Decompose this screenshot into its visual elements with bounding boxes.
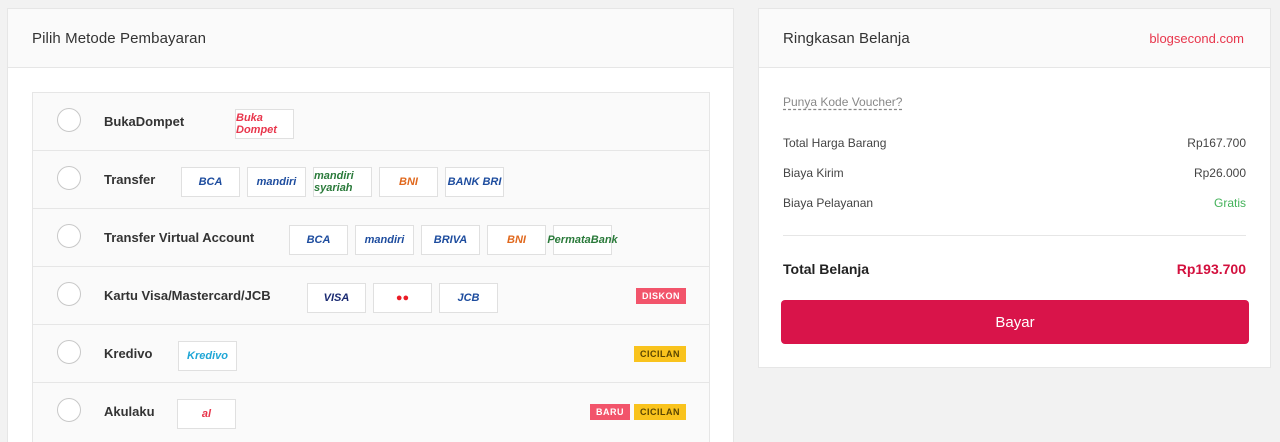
payment-method-panel: Pilih Metode Pembayaran BukaDompet Buka D… (7, 8, 734, 442)
payment-method-label: Kartu Visa/Mastercard/JCB (104, 288, 271, 303)
order-summary-header: Ringkasan Belanja blogsecond.com (759, 9, 1270, 68)
payment-logos: VISA ●● JCB (307, 283, 498, 313)
payment-provider-logo: BNI (379, 167, 438, 197)
payment-provider-logo: ●● (373, 283, 432, 313)
summary-row-item-total: Total Harga Barang Rp167.700 (783, 136, 1246, 150)
payment-method-row[interactable]: Transfer BCA mandiri mandiri syariah BNI BANK… (33, 151, 709, 209)
payment-provider-logo: VISA (307, 283, 366, 313)
summary-row-value: Gratis (1213, 196, 1246, 210)
summary-row-service-fee: Biaya Pelayanan Gratis (783, 196, 1246, 210)
summary-row-label: Biaya Kirim (783, 166, 844, 180)
payment-badge: DISKON (635, 288, 686, 304)
payment-method-label: BukaDompet (104, 114, 185, 129)
summary-row-value: Rp26.000 (1193, 166, 1246, 180)
payment-method-radio[interactable] (57, 108, 81, 132)
payment-method-label: Kredivo (104, 346, 153, 361)
payment-provider-logo: BCA (289, 225, 348, 255)
summary-row-shipping: Biaya Kirim Rp26.000 (783, 166, 1246, 180)
summary-row-label: Biaya Pelayanan (783, 196, 874, 210)
payment-method-radio[interactable] (57, 282, 81, 306)
payment-badge: BARU (590, 404, 630, 420)
payment-method-row[interactable]: Kartu Visa/Mastercard/JCB VISA ●● JCB DISKON (33, 267, 709, 325)
payment-provider-logo: mandiri syariah (313, 167, 372, 197)
payment-provider-logo: PermataBank (547, 225, 618, 255)
payment-method-row[interactable]: Transfer Virtual Account BCA mandiri BRIVA B… (33, 209, 709, 267)
payment-logos: BCA mandiri BRIVA BNI PermataBank (289, 225, 618, 255)
payment-provider-logo: BRIVA (421, 225, 480, 255)
payment-provider-logo: BCA (181, 167, 240, 197)
payment-method-title: Pilih Metode Pembayaran (32, 29, 207, 47)
payment-logos: BCA mandiri mandiri syariah BNI BANK BRI (181, 167, 504, 197)
summary-row-value: Rp167.700 (1187, 136, 1246, 150)
payment-logos: Buka Dompet (235, 109, 294, 139)
payment-badge: CICILAN (634, 404, 686, 420)
summary-total-row: Total Belanja Rp193.700 (783, 261, 1246, 277)
voucher-link[interactable]: Punya Kode Voucher? (783, 95, 1246, 109)
summary-divider (783, 235, 1246, 236)
payment-method-radio[interactable] (57, 398, 81, 422)
payment-badge: CICILAN (634, 346, 686, 362)
payment-method-list: BukaDompet Buka Dompet Transfer BCA mandiri m… (32, 92, 710, 442)
payment-provider-logo: al (177, 399, 236, 429)
payment-provider-logo: mandiri (247, 167, 306, 197)
brand-watermark: blogsecond.com (1149, 30, 1244, 46)
payment-method-radio[interactable] (57, 224, 81, 248)
payment-provider-logo: JCB (439, 283, 498, 313)
payment-method-row[interactable]: Kredivo Kredivo CICILAN (33, 325, 709, 383)
payment-provider-logo: BNI (487, 225, 546, 255)
payment-provider-logo: mandiri (355, 225, 414, 255)
total-label: Total Belanja (783, 261, 870, 277)
pay-button[interactable]: Bayar (781, 300, 1249, 344)
payment-method-label: Transfer (104, 172, 156, 187)
payment-badges: BARU CICILAN (590, 404, 686, 420)
payment-method-row[interactable]: Akulaku al BARU CICILAN (33, 383, 709, 442)
payment-badges: CICILAN (634, 346, 686, 362)
payment-logos: al (177, 399, 236, 429)
payment-method-label: Akulaku (104, 404, 155, 419)
order-summary-title: Ringkasan Belanja (783, 29, 910, 47)
summary-row-label: Total Harga Barang (783, 136, 887, 150)
payment-method-row[interactable]: BukaDompet Buka Dompet (33, 93, 709, 151)
payment-provider-logo: BANK BRI (445, 167, 504, 197)
payment-provider-logo: Kredivo (178, 341, 237, 371)
payment-method-header: Pilih Metode Pembayaran (8, 9, 733, 68)
payment-provider-logo: Buka Dompet (235, 109, 294, 139)
total-value: Rp193.700 (1176, 261, 1246, 277)
payment-badges: DISKON (635, 288, 686, 304)
payment-method-label: Transfer Virtual Account (104, 230, 255, 245)
payment-method-radio[interactable] (57, 340, 81, 364)
payment-method-radio[interactable] (57, 166, 81, 190)
order-summary-panel: Ringkasan Belanja blogsecond.com Punya K… (758, 8, 1271, 368)
payment-logos: Kredivo (178, 341, 237, 371)
